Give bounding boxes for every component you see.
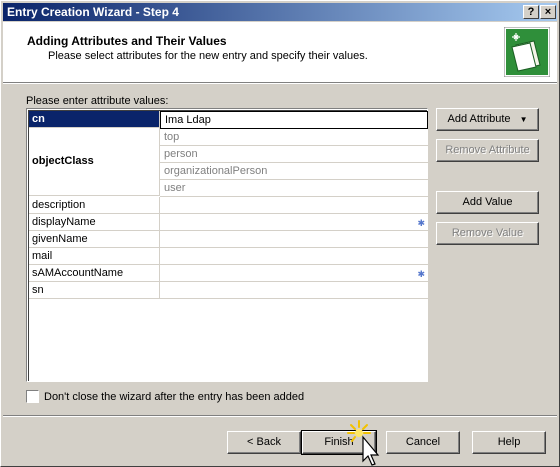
attr-name-objectclass[interactable]: objectClass: [29, 128, 160, 196]
wizard-window: Entry Creation Wizard - Step 4 ? × Addin…: [0, 0, 560, 467]
close-titlebar-button[interactable]: ×: [540, 5, 556, 19]
add-value-button[interactable]: Add Value: [436, 191, 539, 214]
attr-name-description[interactable]: description: [29, 197, 160, 214]
attr-value-description[interactable]: [160, 197, 428, 214]
help-button[interactable]: Help: [472, 431, 546, 454]
attr-value-cn-input[interactable]: Ima Ldap: [160, 111, 428, 129]
attribute-grid[interactable]: cn Ima Ldap objectClass top person organ…: [26, 108, 428, 382]
footer-separator: [3, 415, 557, 417]
header-separator: [3, 82, 557, 84]
attr-value-objectclass-orgperson[interactable]: organizationalPerson: [160, 163, 428, 180]
attr-value-displayname[interactable]: ✱: [160, 214, 428, 231]
attr-name-sn[interactable]: sn: [29, 282, 160, 299]
attributes-prompt: Please enter attribute values:: [26, 95, 169, 107]
keep-open-checkbox[interactable]: [26, 390, 39, 403]
attr-name-cn[interactable]: cn: [29, 111, 160, 128]
wizard-header: Adding Attributes and Their Values Pleas…: [3, 22, 557, 82]
required-star-icon: ✱: [417, 269, 425, 279]
attr-value-sn[interactable]: [160, 282, 428, 299]
attr-value-samaccountname[interactable]: ✱: [160, 265, 428, 282]
dropdown-arrow-icon: ▼: [519, 115, 528, 124]
attr-value-mail[interactable]: [160, 248, 428, 265]
back-button[interactable]: < Back: [227, 431, 301, 454]
header-subtitle: Please select attributes for the new ent…: [48, 50, 368, 62]
add-attribute-button[interactable]: Add Attribute ▼: [436, 108, 539, 131]
attr-name-mail[interactable]: mail: [29, 248, 160, 265]
attr-name-givenname[interactable]: givenName: [29, 231, 160, 248]
remove-attribute-button[interactable]: Remove Attribute: [436, 139, 539, 162]
window-title: Entry Creation Wizard - Step 4: [7, 5, 179, 19]
wizard-folder-icon: [504, 27, 550, 77]
attr-value-objectclass-person[interactable]: person: [160, 146, 428, 163]
mouse-cursor-icon: [347, 420, 380, 466]
help-titlebar-button[interactable]: ?: [523, 5, 539, 19]
attr-value-objectclass-user[interactable]: user: [160, 180, 428, 197]
cancel-button[interactable]: Cancel: [386, 431, 460, 454]
keep-open-label: Don't close the wizard after the entry h…: [44, 391, 305, 403]
attr-value-givenname[interactable]: [160, 231, 428, 248]
attr-value-objectclass-top[interactable]: top: [160, 129, 428, 146]
add-attribute-label: Add Attribute: [447, 113, 511, 125]
attr-name-displayname[interactable]: displayName: [29, 214, 160, 231]
attr-name-samaccountname[interactable]: sAMAccountName: [29, 265, 160, 282]
required-star-icon: ✱: [417, 218, 425, 228]
title-bar[interactable]: Entry Creation Wizard - Step 4 ? ×: [3, 3, 557, 21]
header-title: Adding Attributes and Their Values: [27, 34, 227, 48]
remove-value-button[interactable]: Remove Value: [436, 222, 539, 245]
